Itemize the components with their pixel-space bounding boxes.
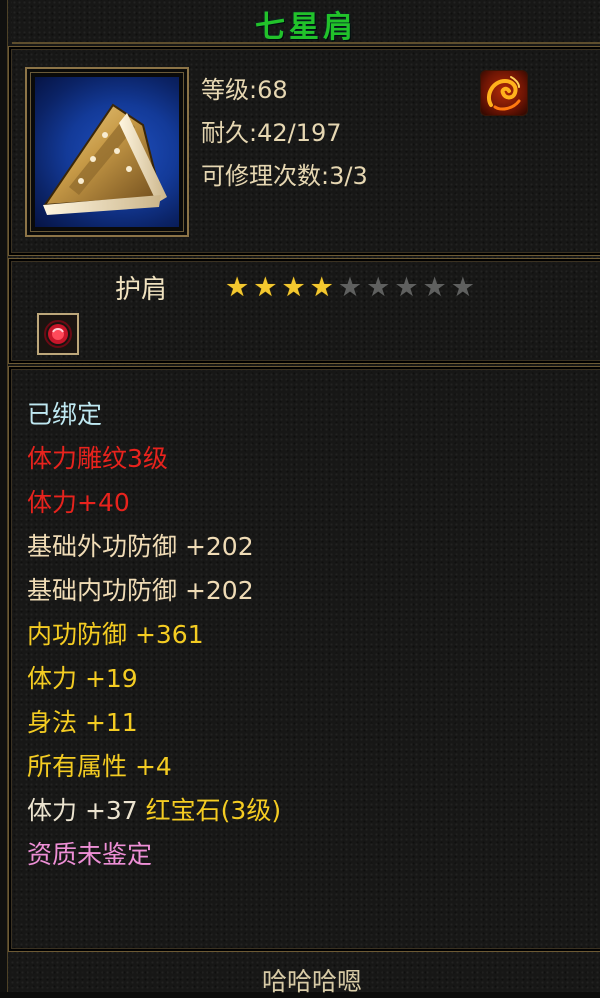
attribute-row: 所有属性 +4 [27,745,281,789]
star-empty-icon: ★ [366,272,391,303]
shoulder-armor-icon [35,77,179,227]
item-repairs: 可修理次数:3/3 [201,162,368,190]
attribute-gem-name: 红宝石(3级) [145,796,282,825]
star-filled-icon: ★ [309,272,334,303]
attribute-row: 身法 +11 [27,701,281,745]
attribute-text: 身法 +11 [27,708,138,737]
item-icon-frame[interactable] [25,67,189,237]
attribute-text: 基础内功防御 +202 [27,576,254,605]
attribute-text: 内功防御 +361 [27,620,204,649]
star-empty-icon: ★ [422,272,447,303]
attribute-text: 已绑定 [27,400,103,429]
attribute-row: 体力雕纹3级 [27,437,281,481]
attribute-text: 体力 +19 [27,664,138,693]
star-empty-icon: ★ [394,272,419,303]
ruby-gem-icon [44,320,72,348]
gem-slot[interactable] [37,313,79,355]
flame-swirl-icon [481,71,527,115]
attribute-text: 所有属性 +4 [27,752,172,781]
attribute-row: 基础内功防御 +202 [27,569,281,613]
attribute-text: 体力雕纹3级 [27,444,168,473]
footer-text: 哈哈哈嗯 [261,967,362,996]
attributes-panel: 已绑定体力雕纹3级 体力+40 基础外功防御 +202 基础内功防御 +202 内功防御… [8,366,600,952]
attribute-text: 资质未鉴定 [27,840,153,869]
attribute-row: 体力 +19 [27,657,281,701]
item-name: 七星肩 [255,10,357,45]
star-filled-icon: ★ [225,272,250,303]
star-empty-icon: ★ [450,272,475,303]
attribute-row: 资质未鉴定 [27,833,281,877]
attribute-row: 内功防御 +361 [27,613,281,657]
item-type: 护肩 [115,275,168,305]
type-panel: 护肩 ★ ★ ★ ★ ★ ★ ★ ★ ★ [8,258,600,364]
item-stats: 等级:68 耐久:42/197 可修理次数:3/3 [201,69,368,198]
attribute-row: 体力+40 [27,481,281,525]
attribute-text: 体力+40 [27,488,130,517]
attribute-row: 体力 +37 红宝石(3级) [27,789,281,833]
info-panel: 等级:68 耐久:42/197 可修理次数:3/3 [8,46,600,256]
item-level: 等级:68 [201,76,288,104]
title-bar: 七星肩 [12,0,600,45]
attribute-row: 已绑定 [27,393,281,437]
star-rating: ★ ★ ★ ★ ★ ★ ★ ★ ★ [225,273,475,303]
attribute-row: 基础外功防御 +202 [27,525,281,569]
star-filled-icon: ★ [253,272,278,303]
left-rail [0,0,8,992]
attribute-list: 已绑定体力雕纹3级 体力+40 基础外功防御 +202 基础内功防御 +202 内功防御… [27,393,281,877]
star-empty-icon: ★ [337,272,363,303]
item-durability: 耐久:42/197 [201,119,342,147]
attribute-text: 体力 +37 [27,796,146,825]
star-filled-icon: ★ [281,272,306,303]
attribute-text: 基础外功防御 +202 [27,532,254,561]
